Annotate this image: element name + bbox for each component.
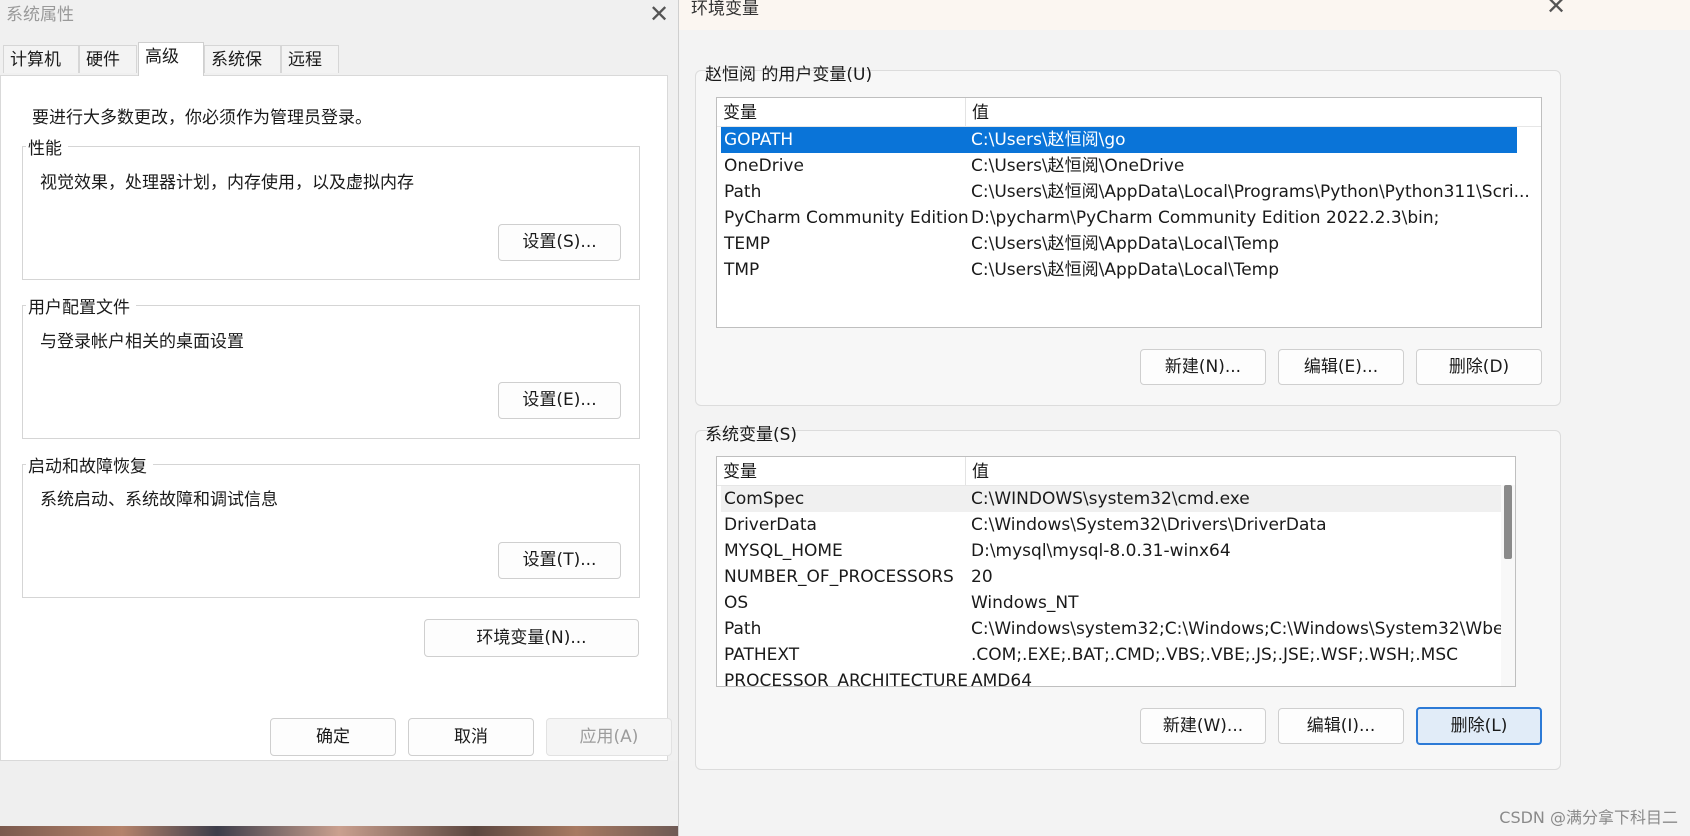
user-profiles-group-title: 用户配置文件 — [26, 293, 136, 318]
tab-bar: 计算机名 硬件 高级 系统保护 远程 — [0, 42, 678, 98]
environment-variables-window: 环境变量 ✕ 赵恒阅 的用户变量(U) 变量 值 GOPATH C:\Users… — [678, 0, 1690, 836]
system-delete-button[interactable]: 删除(L) — [1416, 707, 1542, 745]
variable-value: C:\Windows\System32\Drivers\DriverData — [971, 515, 1327, 535]
system-edit-button[interactable]: 编辑(I)... — [1278, 708, 1404, 744]
table-row[interactable]: MYSQL_HOME D:\mysql\mysql-8.0.31-winx64 — [721, 538, 1501, 564]
variable-value: C:\Windows\system32;C:\Windows;C:\Window… — [971, 619, 1516, 639]
system-variables-list[interactable]: 变量 值 ComSpec C:\WINDOWS\system32\cmd.exe… — [716, 456, 1516, 687]
table-row[interactable]: OneDrive C:\Users\赵恒阅\OneDrive — [721, 153, 1517, 179]
startup-recovery-settings-button[interactable]: 设置(T)... — [498, 542, 621, 579]
system-variables-title: 系统变量(S) — [705, 425, 798, 445]
watermark: CSDN @满分拿下科目二 — [1499, 808, 1678, 827]
system-new-button[interactable]: 新建(W)... — [1140, 708, 1266, 744]
close-icon[interactable]: ✕ — [1543, 0, 1569, 20]
user-variables-list[interactable]: 变量 值 GOPATH C:\Users\赵恒阅\go OneDrive C:\… — [716, 97, 1542, 328]
scrollbar-thumb[interactable] — [1504, 485, 1512, 559]
variable-value: C:\Users\赵恒阅\OneDrive — [971, 156, 1185, 176]
ok-button[interactable]: 确定 — [270, 718, 396, 756]
user-delete-button[interactable]: 删除(D) — [1416, 349, 1542, 385]
dialog-footer — [0, 761, 678, 836]
admin-notice: 要进行大多数更改，你必须作为管理员登录。 — [32, 108, 372, 128]
environment-variables-button[interactable]: 环境变量(N)... — [424, 619, 639, 657]
table-row[interactable]: TMP C:\Users\赵恒阅\AppData\Local\Temp — [721, 257, 1517, 283]
user-edit-button[interactable]: 编辑(E)... — [1278, 349, 1404, 385]
variable-name: ComSpec — [724, 489, 805, 509]
variable-value: C:\WINDOWS\system32\cmd.exe — [971, 489, 1250, 509]
variable-value: D:\pycharm\PyCharm Community Edition 202… — [971, 208, 1440, 228]
variable-name: OS — [724, 593, 749, 613]
performance-description: 视觉效果，处理器计划，内存使用，以及虚拟内存 — [40, 173, 414, 193]
list-header: 变量 值 — [717, 457, 1515, 486]
performance-settings-button[interactable]: 设置(S)... — [498, 224, 621, 261]
column-header-value[interactable]: 值 — [965, 98, 1517, 126]
close-icon[interactable]: ✕ — [646, 2, 672, 28]
variable-value: 20 — [971, 567, 993, 587]
variable-value: D:\mysql\mysql-8.0.31-winx64 — [971, 541, 1231, 561]
variable-name: MYSQL_HOME — [724, 541, 843, 561]
table-row[interactable]: DriverData C:\Windows\System32\Drivers\D… — [721, 512, 1501, 538]
apply-button[interactable]: 应用(A) — [546, 718, 672, 756]
variable-name: PROCESSOR_ARCHITECTURE — [724, 671, 968, 687]
system-variables-scrollbar[interactable] — [1501, 485, 1515, 686]
column-header-value[interactable]: 值 — [965, 457, 1501, 485]
tab-advanced[interactable]: 高级 — [138, 42, 204, 76]
startup-recovery-group-title: 启动和故障恢复 — [26, 452, 153, 477]
variable-name: DriverData — [724, 515, 817, 535]
table-row[interactable]: PATHEXT .COM;.EXE;.BAT;.CMD;.VBS;.VBE;.J… — [721, 642, 1501, 668]
table-row[interactable]: NUMBER_OF_PROCESSORS 20 — [721, 564, 1501, 590]
table-row[interactable]: OS Windows_NT — [721, 590, 1501, 616]
tab-remote[interactable]: 远程 — [281, 45, 339, 73]
cancel-button[interactable]: 取消 — [408, 718, 534, 756]
column-header-name[interactable]: 变量 — [717, 457, 965, 485]
variable-name: PATHEXT — [724, 645, 800, 665]
performance-group-title: 性能 — [26, 134, 68, 159]
title-bar — [679, 0, 1690, 30]
variable-name: GOPATH — [724, 130, 794, 150]
variable-name: TMP — [724, 260, 760, 280]
table-row[interactable]: GOPATH C:\Users\赵恒阅\go — [721, 127, 1517, 153]
variable-name: NUMBER_OF_PROCESSORS — [724, 567, 954, 587]
variable-name: Path — [724, 619, 762, 639]
variable-value: C:\Users\赵恒阅\AppData\Local\Temp — [971, 260, 1280, 280]
system-properties-window: 系统属性 ✕ 计算机名 硬件 高级 系统保护 远程 要进行大多数更改，你必须作为… — [0, 0, 678, 836]
window-title: 系统属性 — [6, 5, 74, 25]
tab-hardware[interactable]: 硬件 — [79, 45, 137, 73]
user-variables-title: 赵恒阅 的用户变量(U) — [705, 65, 873, 85]
variable-value: .COM;.EXE;.BAT;.CMD;.VBS;.VBE;.JS;.JSE;.… — [971, 645, 1459, 665]
variable-value: AMD64 — [971, 671, 1033, 687]
table-row[interactable]: PyCharm Community Edition D:\pycharm\PyC… — [721, 205, 1517, 231]
table-row[interactable]: Path C:\Windows\system32;C:\Windows;C:\W… — [721, 616, 1515, 642]
column-header-name[interactable]: 变量 — [717, 98, 965, 126]
variable-value: Windows_NT — [971, 593, 1079, 613]
table-row[interactable]: ComSpec C:\WINDOWS\system32\cmd.exe — [721, 486, 1515, 512]
variable-name: Path — [724, 182, 762, 202]
table-row[interactable]: Path C:\Users\赵恒阅\AppData\Local\Programs… — [721, 179, 1530, 205]
variable-name: TEMP — [724, 234, 771, 254]
variable-name: OneDrive — [724, 156, 804, 176]
startup-recovery-description: 系统启动、系统故障和调试信息 — [40, 490, 278, 510]
user-profiles-settings-button[interactable]: 设置(E)... — [498, 382, 621, 419]
desktop-background-strip — [0, 826, 678, 836]
variable-value: C:\Users\赵恒阅\go — [971, 130, 1126, 150]
user-profiles-description: 与登录帐户相关的桌面设置 — [40, 332, 244, 352]
variable-name: PyCharm Community Edition — [724, 208, 969, 228]
tab-system-protection[interactable]: 系统保护 — [204, 45, 281, 98]
variable-value: C:\Users\赵恒阅\AppData\Local\Temp — [971, 234, 1280, 254]
list-header: 变量 值 — [717, 98, 1541, 127]
variable-value: C:\Users\赵恒阅\AppData\Local\Programs\Pyth… — [971, 182, 1530, 202]
window-title: 环境变量 — [691, 0, 759, 19]
table-row[interactable]: TEMP C:\Users\赵恒阅\AppData\Local\Temp — [721, 231, 1517, 257]
tab-computer-name[interactable]: 计算机名 — [3, 45, 79, 98]
table-row[interactable]: PROCESSOR_ARCHITECTURE AMD64 — [721, 668, 1501, 687]
user-new-button[interactable]: 新建(N)... — [1140, 349, 1266, 385]
